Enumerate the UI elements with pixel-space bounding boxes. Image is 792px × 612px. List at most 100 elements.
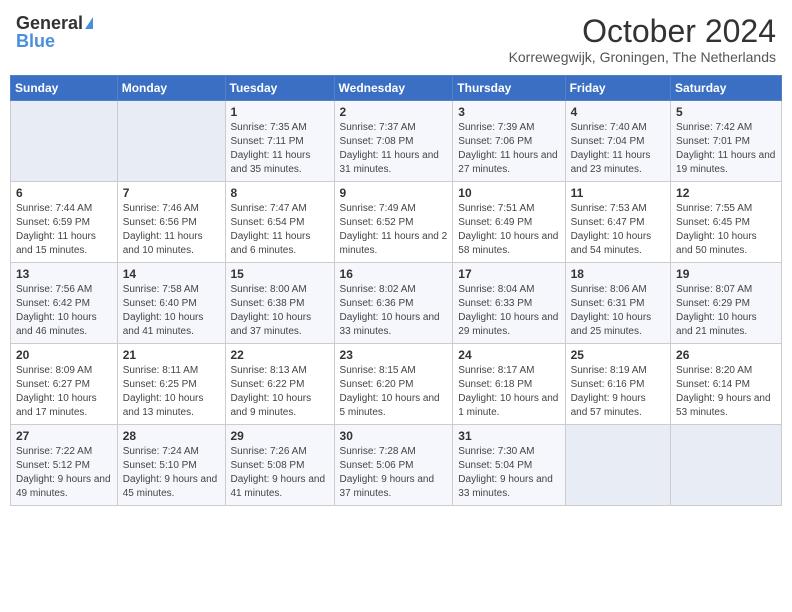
day-detail: Sunrise: 7:56 AM Sunset: 6:42 PM Dayligh… bbox=[16, 283, 112, 339]
calendar-cell: 28 Sunrise: 7:24 AM Sunset: 5:10 PM Dayli… bbox=[117, 425, 225, 506]
calendar-cell bbox=[117, 101, 225, 182]
day-number: 23 bbox=[340, 348, 448, 362]
logo-general-text: General bbox=[16, 14, 83, 32]
logo: General Blue bbox=[16, 14, 93, 50]
calendar-cell: 6 Sunrise: 7:44 AM Sunset: 6:59 PM Daylig… bbox=[11, 182, 118, 263]
page-header: General Blue October 2024 Korrewegwijk, … bbox=[10, 10, 782, 69]
logo-blue-text: Blue bbox=[16, 32, 55, 50]
day-number: 4 bbox=[571, 105, 665, 119]
day-number: 6 bbox=[16, 186, 112, 200]
day-detail: Sunrise: 8:02 AM Sunset: 6:36 PM Dayligh… bbox=[340, 283, 448, 339]
calendar-cell: 11 Sunrise: 7:53 AM Sunset: 6:47 PM Dayli… bbox=[565, 182, 670, 263]
col-sunday: Sunday bbox=[11, 76, 118, 101]
calendar-cell: 4Sunrise: 7:40 AM Sunset: 7:04 PM Daylig… bbox=[565, 101, 670, 182]
day-detail: Sunrise: 7:44 AM Sunset: 6:59 PM Dayligh… bbox=[16, 202, 112, 258]
day-detail: Sunrise: 7:37 AM Sunset: 7:08 PM Dayligh… bbox=[340, 121, 448, 177]
day-detail: Sunrise: 7:24 AM Sunset: 5:10 PM Dayligh… bbox=[123, 445, 220, 501]
calendar-cell bbox=[671, 425, 782, 506]
day-number: 8 bbox=[231, 186, 329, 200]
day-number: 13 bbox=[16, 267, 112, 281]
calendar-cell bbox=[565, 425, 670, 506]
day-detail: Sunrise: 8:20 AM Sunset: 6:14 PM Dayligh… bbox=[676, 364, 776, 420]
col-tuesday: Tuesday bbox=[225, 76, 334, 101]
logo-icon bbox=[85, 17, 93, 29]
day-number: 27 bbox=[16, 429, 112, 443]
day-number: 21 bbox=[123, 348, 220, 362]
day-detail: Sunrise: 8:00 AM Sunset: 6:38 PM Dayligh… bbox=[231, 283, 329, 339]
day-number: 31 bbox=[458, 429, 559, 443]
col-wednesday: Wednesday bbox=[334, 76, 453, 101]
calendar-cell: 1 Sunrise: 7:35 AM Sunset: 7:11 PM Daylig… bbox=[225, 101, 334, 182]
day-detail: Sunrise: 7:35 AM Sunset: 7:11 PM Dayligh… bbox=[231, 121, 329, 177]
calendar-cell: 16 Sunrise: 8:02 AM Sunset: 6:36 PM Dayli… bbox=[334, 263, 453, 344]
day-number: 15 bbox=[231, 267, 329, 281]
col-thursday: Thursday bbox=[453, 76, 565, 101]
col-saturday: Saturday bbox=[671, 76, 782, 101]
day-number: 17 bbox=[458, 267, 559, 281]
day-number: 18 bbox=[571, 267, 665, 281]
day-detail: Sunrise: 8:19 AM Sunset: 6:16 PM Dayligh… bbox=[571, 364, 665, 420]
day-detail: Sunrise: 8:13 AM Sunset: 6:22 PM Dayligh… bbox=[231, 364, 329, 420]
day-detail: Sunrise: 7:28 AM Sunset: 5:06 PM Dayligh… bbox=[340, 445, 448, 501]
day-detail: Sunrise: 8:15 AM Sunset: 6:20 PM Dayligh… bbox=[340, 364, 448, 420]
calendar-cell bbox=[11, 101, 118, 182]
calendar-week-row: 13 Sunrise: 7:56 AM Sunset: 6:42 PM Dayli… bbox=[11, 263, 782, 344]
calendar-cell: 30 Sunrise: 7:28 AM Sunset: 5:06 PM Dayli… bbox=[334, 425, 453, 506]
calendar-cell: 3Sunrise: 7:39 AM Sunset: 7:06 PM Daylig… bbox=[453, 101, 565, 182]
month-year-title: October 2024 bbox=[509, 14, 776, 49]
day-detail: Sunrise: 7:58 AM Sunset: 6:40 PM Dayligh… bbox=[123, 283, 220, 339]
day-number: 28 bbox=[123, 429, 220, 443]
calendar-cell: 8 Sunrise: 7:47 AM Sunset: 6:54 PM Daylig… bbox=[225, 182, 334, 263]
calendar-cell: 26 Sunrise: 8:20 AM Sunset: 6:14 PM Dayli… bbox=[671, 344, 782, 425]
day-detail: Sunrise: 7:42 AM Sunset: 7:01 PM Dayligh… bbox=[676, 121, 776, 177]
day-detail: Sunrise: 7:47 AM Sunset: 6:54 PM Dayligh… bbox=[231, 202, 329, 258]
day-number: 5 bbox=[676, 105, 776, 119]
day-number: 14 bbox=[123, 267, 220, 281]
calendar-cell: 27 Sunrise: 7:22 AM Sunset: 5:12 PM Dayli… bbox=[11, 425, 118, 506]
day-detail: Sunrise: 7:55 AM Sunset: 6:45 PM Dayligh… bbox=[676, 202, 776, 258]
calendar-cell: 5 Sunrise: 7:42 AM Sunset: 7:01 PM Daylig… bbox=[671, 101, 782, 182]
day-number: 20 bbox=[16, 348, 112, 362]
day-number: 29 bbox=[231, 429, 329, 443]
day-number: 1 bbox=[231, 105, 329, 119]
calendar-week-row: 27 Sunrise: 7:22 AM Sunset: 5:12 PM Dayli… bbox=[11, 425, 782, 506]
day-detail: Sunrise: 7:22 AM Sunset: 5:12 PM Dayligh… bbox=[16, 445, 112, 501]
calendar-cell: 25 Sunrise: 8:19 AM Sunset: 6:16 PM Dayli… bbox=[565, 344, 670, 425]
calendar-cell: 18 Sunrise: 8:06 AM Sunset: 6:31 PM Dayli… bbox=[565, 263, 670, 344]
calendar-week-row: 6 Sunrise: 7:44 AM Sunset: 6:59 PM Daylig… bbox=[11, 182, 782, 263]
calendar-week-row: 20 Sunrise: 8:09 AM Sunset: 6:27 PM Dayli… bbox=[11, 344, 782, 425]
col-friday: Friday bbox=[565, 76, 670, 101]
calendar-header-row: Sunday Monday Tuesday Wednesday Thursday… bbox=[11, 76, 782, 101]
day-number: 24 bbox=[458, 348, 559, 362]
day-detail: Sunrise: 7:49 AM Sunset: 6:52 PM Dayligh… bbox=[340, 202, 448, 258]
day-detail: Sunrise: 7:30 AM Sunset: 5:04 PM Dayligh… bbox=[458, 445, 559, 501]
day-detail: Sunrise: 8:04 AM Sunset: 6:33 PM Dayligh… bbox=[458, 283, 559, 339]
day-number: 12 bbox=[676, 186, 776, 200]
day-number: 3 bbox=[458, 105, 559, 119]
day-number: 22 bbox=[231, 348, 329, 362]
day-number: 11 bbox=[571, 186, 665, 200]
calendar-cell: 23 Sunrise: 8:15 AM Sunset: 6:20 PM Dayli… bbox=[334, 344, 453, 425]
day-number: 26 bbox=[676, 348, 776, 362]
day-detail: Sunrise: 8:09 AM Sunset: 6:27 PM Dayligh… bbox=[16, 364, 112, 420]
day-number: 25 bbox=[571, 348, 665, 362]
day-detail: Sunrise: 8:06 AM Sunset: 6:31 PM Dayligh… bbox=[571, 283, 665, 339]
calendar-cell: 17 Sunrise: 8:04 AM Sunset: 6:33 PM Dayli… bbox=[453, 263, 565, 344]
day-number: 2 bbox=[340, 105, 448, 119]
day-detail: Sunrise: 8:11 AM Sunset: 6:25 PM Dayligh… bbox=[123, 364, 220, 420]
day-number: 16 bbox=[340, 267, 448, 281]
day-detail: Sunrise: 7:53 AM Sunset: 6:47 PM Dayligh… bbox=[571, 202, 665, 258]
calendar-cell: 29 Sunrise: 7:26 AM Sunset: 5:08 PM Dayli… bbox=[225, 425, 334, 506]
calendar-cell: 14 Sunrise: 7:58 AM Sunset: 6:40 PM Dayli… bbox=[117, 263, 225, 344]
calendar-cell: 31 Sunrise: 7:30 AM Sunset: 5:04 PM Dayli… bbox=[453, 425, 565, 506]
day-number: 10 bbox=[458, 186, 559, 200]
calendar-cell: 21 Sunrise: 8:11 AM Sunset: 6:25 PM Dayli… bbox=[117, 344, 225, 425]
calendar-cell: 20 Sunrise: 8:09 AM Sunset: 6:27 PM Dayli… bbox=[11, 344, 118, 425]
day-detail: Sunrise: 7:46 AM Sunset: 6:56 PM Dayligh… bbox=[123, 202, 220, 258]
calendar-cell: 12 Sunrise: 7:55 AM Sunset: 6:45 PM Dayli… bbox=[671, 182, 782, 263]
day-number: 30 bbox=[340, 429, 448, 443]
header-right: October 2024 Korrewegwijk, Groningen, Th… bbox=[509, 14, 776, 65]
location-subtitle: Korrewegwijk, Groningen, The Netherlands bbox=[509, 49, 776, 65]
day-detail: Sunrise: 7:26 AM Sunset: 5:08 PM Dayligh… bbox=[231, 445, 329, 501]
calendar-table: Sunday Monday Tuesday Wednesday Thursday… bbox=[10, 75, 782, 506]
